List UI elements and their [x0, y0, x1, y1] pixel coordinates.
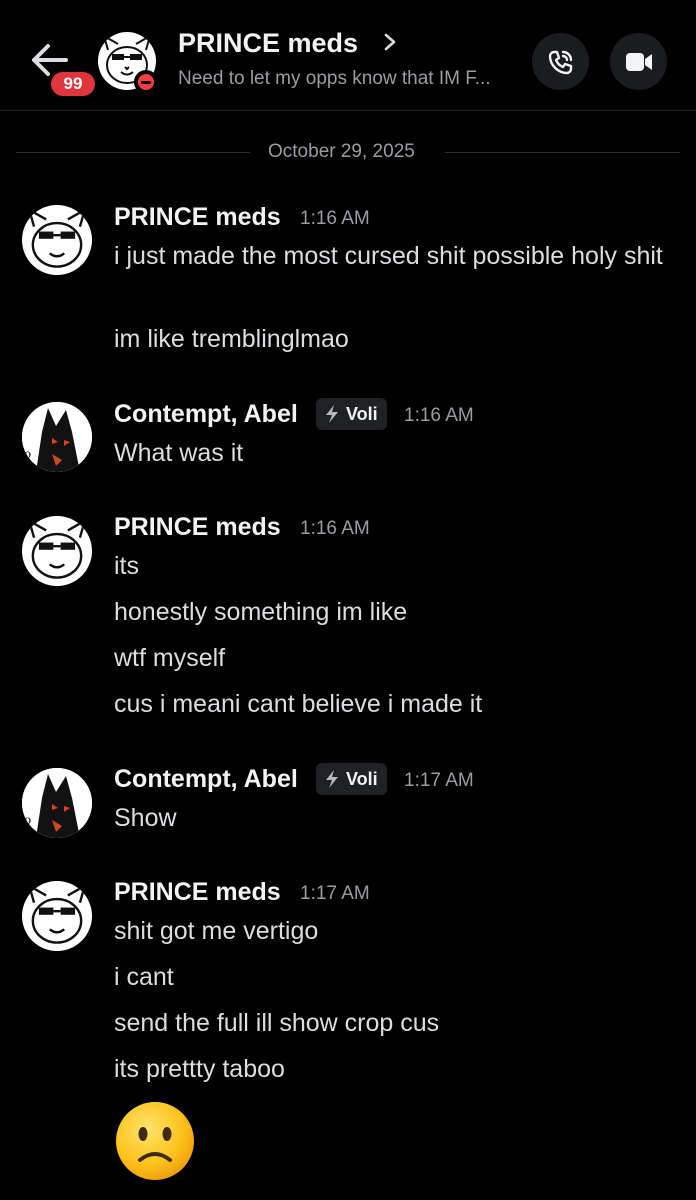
- message-text: cus i meani cant believe i made it: [114, 690, 483, 718]
- divider-line: [445, 152, 680, 153]
- server-tag-label: Voli: [346, 403, 378, 424]
- message-author[interactable]: PRINCE meds: [114, 513, 281, 542]
- message-text: wtf myself: [114, 644, 226, 672]
- divider-line: [16, 152, 250, 153]
- avatar[interactable]: o: [22, 402, 92, 472]
- chevron-right-icon[interactable]: [383, 32, 397, 52]
- message-author[interactable]: PRINCE meds: [114, 203, 281, 232]
- message-author[interactable]: Contempt, Abel: [114, 765, 298, 794]
- message-text: Show: [114, 804, 177, 832]
- unread-badge: 99: [48, 69, 98, 99]
- dnd-status-icon: [134, 70, 158, 94]
- message-text: its prettty taboo: [114, 1055, 285, 1083]
- phone-icon: [548, 50, 572, 74]
- date-divider: October 29, 2025: [268, 141, 415, 162]
- lightning-icon: [326, 405, 338, 423]
- svg-text:o: o: [24, 813, 31, 827]
- server-tag-label: Voli: [346, 768, 378, 789]
- message-author[interactable]: PRINCE meds: [114, 878, 281, 907]
- message-text: shit got me vertigo: [114, 917, 319, 945]
- video-call-button[interactable]: [610, 33, 667, 90]
- message-text: send the full ill show crop cus: [114, 1009, 440, 1037]
- message-timestamp: 1:16 AM: [300, 518, 370, 539]
- message-text: i cant: [114, 963, 174, 991]
- avatar[interactable]: [22, 516, 92, 586]
- server-tag[interactable]: Voli: [316, 763, 387, 795]
- avatar[interactable]: o: [22, 768, 92, 838]
- message-text: What was it: [114, 439, 244, 467]
- message-text: honestly something im like: [114, 598, 408, 626]
- avatar[interactable]: [22, 205, 92, 275]
- chat-header: 99 PRINCE meds Need to let my opps know …: [0, 0, 696, 111]
- custom-status: Need to let my opps know that IM F...: [178, 68, 491, 89]
- avatar[interactable]: [22, 881, 92, 951]
- svg-text:o: o: [24, 447, 31, 461]
- lightning-icon: [326, 770, 338, 788]
- message-author[interactable]: Contempt, Abel: [114, 400, 298, 429]
- message-timestamp: 1:17 AM: [300, 883, 370, 904]
- slightly-frowning-face-icon[interactable]: [114, 1100, 196, 1182]
- server-tag[interactable]: Voli: [316, 398, 387, 430]
- message-timestamp: 1:17 AM: [404, 770, 474, 791]
- message-text: im like tremblinglmao: [114, 325, 349, 353]
- message-text: i just made the most cursed shit possibl…: [114, 242, 663, 270]
- message-timestamp: 1:16 AM: [404, 405, 474, 426]
- video-camera-icon: [625, 52, 652, 71]
- voice-call-button[interactable]: [532, 33, 589, 90]
- message-timestamp: 1:16 AM: [300, 208, 370, 229]
- channel-name[interactable]: PRINCE meds: [178, 28, 358, 59]
- message-text: its: [114, 552, 139, 580]
